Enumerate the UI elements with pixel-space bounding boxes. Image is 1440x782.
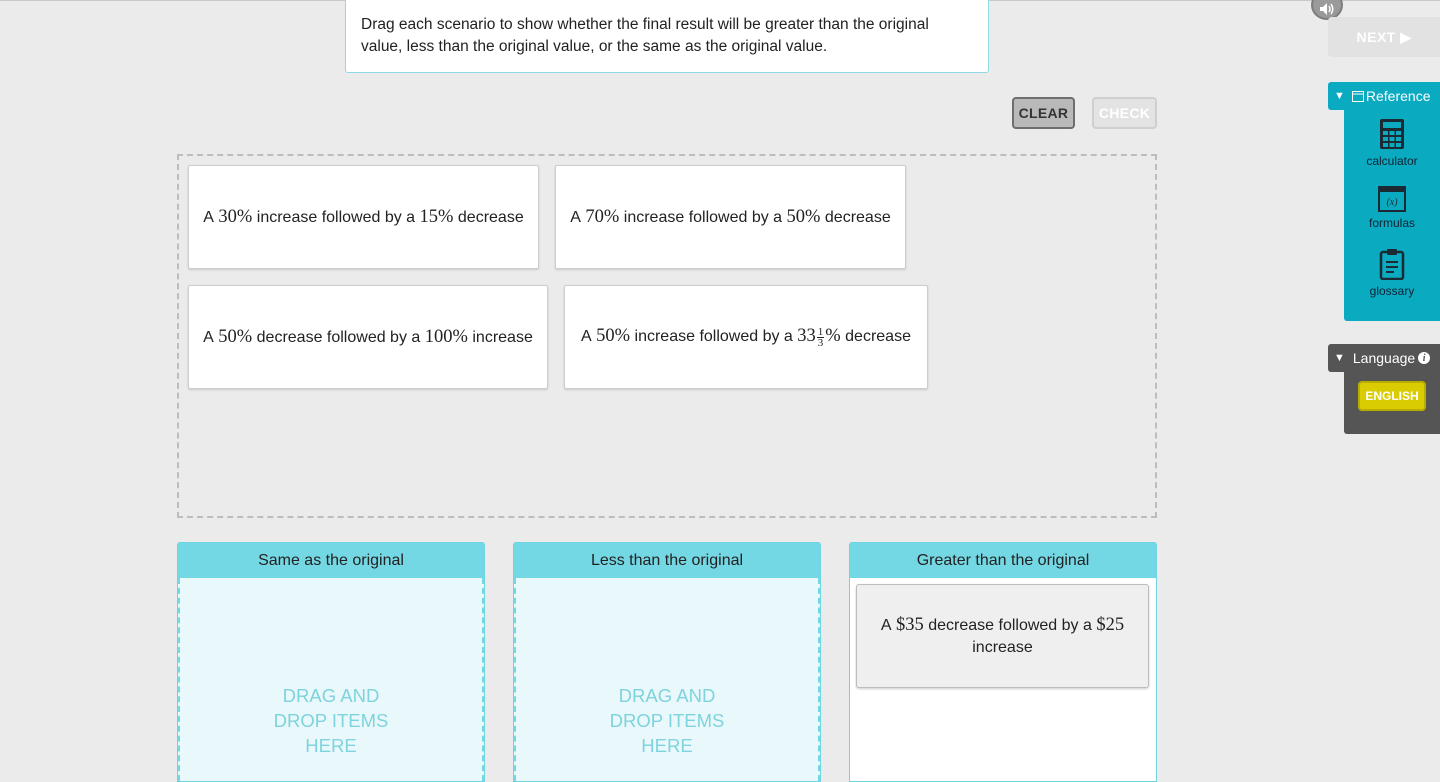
placed-scenario-card[interactable]: A $35 decrease followed by a $25 increas… xyxy=(856,584,1149,688)
card-text: A 30% increase followed by a 15% decreas… xyxy=(203,206,524,227)
bin-drop-zone[interactable]: DRAG AND DROP ITEMS HERE xyxy=(514,578,820,781)
language-panel: ENGLISH xyxy=(1344,372,1440,434)
calculator-icon xyxy=(1380,119,1404,149)
collapse-triangle-icon: ▼ xyxy=(1334,352,1345,364)
reference-label: Reference xyxy=(1365,88,1431,104)
card-text: A 50% increase followed by a 33 1 3% decre… xyxy=(581,325,911,349)
bin-title: Less than the original xyxy=(514,543,820,578)
bin-drop-zone[interactable]: A $35 decrease followed by a $25 increas… xyxy=(850,578,1156,781)
scenario-card[interactable]: A 50% increase followed by a 33 1 3% decre… xyxy=(564,285,928,389)
formulas-icon: (x) xyxy=(1378,186,1406,212)
speaker-icon xyxy=(1320,3,1334,15)
scenario-card[interactable]: A 30% increase followed by a 15% decreas… xyxy=(188,165,539,269)
language-tab[interactable]: ▼ Language i xyxy=(1328,344,1440,372)
tool-formulas[interactable]: (x) formulas xyxy=(1344,186,1440,230)
info-icon[interactable]: i xyxy=(1418,352,1431,364)
collapse-triangle-icon: ▼ xyxy=(1334,90,1345,102)
tool-glossary[interactable]: glossary xyxy=(1344,248,1440,298)
bin-drop-zone[interactable]: DRAG AND DROP ITEMS HERE xyxy=(178,578,484,781)
tool-label: glossary xyxy=(1369,284,1415,298)
scenario-card[interactable]: A 50% decrease followed by a 100% increa… xyxy=(188,285,548,389)
reference-tab[interactable]: ▼ Reference xyxy=(1328,82,1440,110)
fraction: 13 xyxy=(816,325,825,349)
scenario-card[interactable]: A 70% increase followed by a 50% decreas… xyxy=(555,165,906,269)
english-language-button[interactable]: ENGLISH xyxy=(1358,381,1426,411)
bin-title: Same as the original xyxy=(178,543,484,578)
instruction-box: Drag each scenario to show whether the f… xyxy=(345,0,1343,73)
tool-label: formulas xyxy=(1368,216,1415,230)
card-text: A 70% increase followed by a 50% decreas… xyxy=(570,206,891,227)
card-text: A 50% decrease followed by a 100% increa… xyxy=(203,326,533,347)
card-text: A $35 decrease followed by a $25 increas… xyxy=(880,614,1125,656)
next-button[interactable]: NEXT ▶ xyxy=(1328,17,1440,57)
bin-title: Greater than the original xyxy=(850,543,1156,578)
window-icon xyxy=(1351,90,1364,102)
svg-text:(x): (x) xyxy=(1386,197,1398,208)
bin-greater[interactable]: Greater than the original A $35 decrease… xyxy=(849,542,1157,782)
tool-calculator[interactable]: calculator xyxy=(1344,118,1440,168)
glossary-icon xyxy=(1379,249,1405,280)
drop-hint: DRAG AND DROP ITEMS HERE xyxy=(273,685,389,756)
clear-button[interactable]: CLEAR xyxy=(1012,97,1075,129)
reference-panel: calculator (x) formulas glossary xyxy=(1344,110,1440,321)
tool-label: calculator xyxy=(1366,154,1418,168)
drop-hint: DRAG AND DROP ITEMS HERE xyxy=(609,685,725,756)
language-label: Language xyxy=(1352,350,1416,366)
bin-same[interactable]: Same as the original DRAG AND DROP ITEMS… xyxy=(177,542,485,782)
instruction-text: Drag each scenario to show whether the f… xyxy=(361,16,929,55)
check-button[interactable]: CHECK xyxy=(1092,97,1157,129)
bin-less[interactable]: Less than the original DRAG AND DROP ITE… xyxy=(513,542,821,782)
source-drop-area[interactable]: A 30% increase followed by a 15% decreas… xyxy=(177,154,1157,518)
